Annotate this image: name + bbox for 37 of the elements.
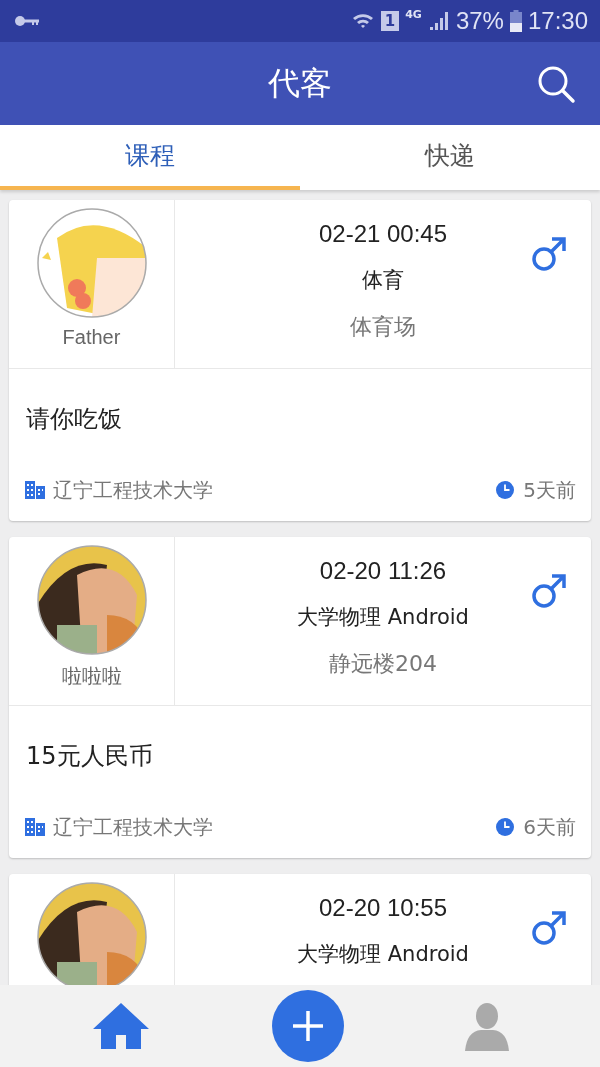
post-card[interactable]: 啦啦啦 02-20 11:26 大学物理 Android 静远楼204 15元人民币 辽宁工程技术大学 6天前 <box>9 537 591 858</box>
post-time: 02-21 00:45 <box>318 220 448 248</box>
building-icon <box>25 481 45 499</box>
time-ago: 5天前 <box>523 476 576 504</box>
battery-icon <box>509 10 522 32</box>
male-icon <box>531 573 567 609</box>
tab[interactable]: 快递 <box>300 125 600 190</box>
network-label: 4G <box>405 8 422 21</box>
tab[interactable]: 课程 <box>0 125 300 190</box>
message-text: 请你吃饭 <box>25 404 123 435</box>
clock-icon <box>495 481 516 499</box>
place-text: 体育场 <box>350 313 416 341</box>
school-name: 辽宁工程技术大学 <box>53 813 213 841</box>
sim-badge: 1 <box>380 11 400 31</box>
user-name: 啦啦啦 <box>61 664 122 689</box>
place-text: 静远楼204 <box>329 650 437 678</box>
app-title: 代客 <box>268 62 332 104</box>
time-ago: 6天前 <box>523 813 576 841</box>
message-text: 15元人民币 <box>25 741 154 772</box>
user-name: Father <box>62 326 121 349</box>
clock-icon <box>495 818 516 836</box>
building-icon <box>25 818 45 836</box>
key-icon <box>14 15 40 27</box>
clock: 17:30 <box>527 7 588 35</box>
post-time: 02-20 10:55 <box>318 894 448 922</box>
post-time: 02-20 11:26 <box>319 557 447 585</box>
school-name: 辽宁工程技术大学 <box>53 476 213 504</box>
signal-icon <box>427 10 450 32</box>
course-name: 体育 <box>362 267 404 294</box>
search-icon[interactable] <box>536 64 576 104</box>
post-card[interactable]: 02-20 10:55 大学物理 Android <box>9 874 591 985</box>
battery-percent: 37% <box>455 7 504 35</box>
course-name: 大学物理 Android <box>297 604 469 631</box>
male-icon <box>531 910 567 946</box>
course-name: 大学物理 Android <box>297 941 469 968</box>
male-icon <box>531 236 567 272</box>
post-card[interactable]: Father 02-21 00:45 体育 体育场 请你吃饭 辽宁工程技术大学 5天前 <box>9 200 591 521</box>
